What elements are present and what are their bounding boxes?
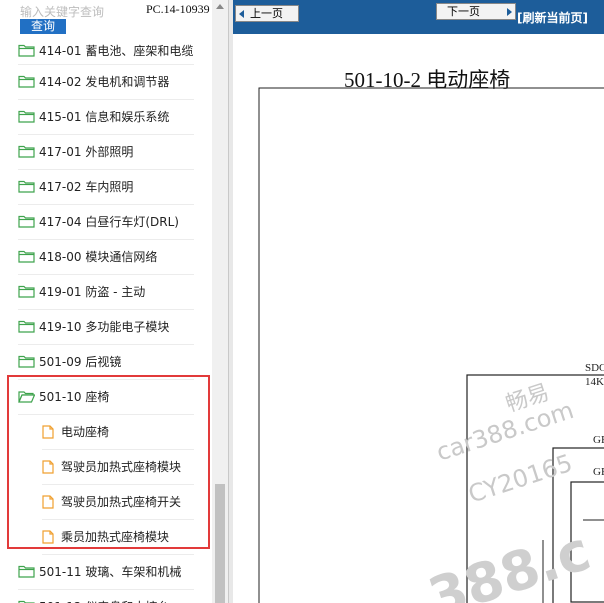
tree-item-label: 501-10 座椅 — [39, 390, 110, 404]
tree-item-label: 414-01 蓄电池、座架和电缆 — [39, 44, 194, 58]
scrollbar-thumb[interactable] — [215, 484, 225, 603]
tree-folder-item[interactable]: 414-02 发电机和调节器 — [18, 65, 194, 100]
tree-scrollbar[interactable] — [212, 0, 228, 603]
folder-icon — [18, 285, 35, 298]
search-input[interactable] — [20, 4, 144, 20]
tree-item-label: 419-10 多功能电子模块 — [39, 320, 170, 334]
tree-item-label: 501-12 仪表盘和中控台 — [39, 590, 169, 603]
tree-folder-item[interactable]: 501-11 玻璃、车架和机械 — [18, 555, 194, 590]
tree-item-label: 驾驶员加热式座椅开关 — [61, 495, 182, 509]
search-bar: 查询 PC.14-10939 — [0, 0, 228, 38]
file-icon — [42, 495, 54, 509]
diagram-frame — [258, 87, 604, 603]
tree-folder-item[interactable]: 419-10 多功能电子模块 — [18, 310, 194, 345]
folder-icon — [18, 110, 35, 123]
folder-open-icon — [18, 391, 35, 403]
tree-item-label: 417-01 外部照明 — [39, 145, 134, 159]
tree-item-label: 501-09 后视镜 — [39, 355, 122, 369]
folder-icon — [18, 565, 35, 578]
tree-item-label: 417-04 白昼行车灯(DRL) — [39, 215, 179, 229]
tree-item-label: 驾驶员加热式座椅模块 — [61, 460, 182, 474]
search-button[interactable]: 查询 — [20, 19, 66, 34]
tree-item-label: 418-00 模块通信网络 — [39, 250, 158, 264]
tree-folder-item[interactable]: 501-10 座椅 — [18, 380, 194, 415]
left-pane: 查询 PC.14-10939 414-01 蓄电池、座架和电缆 414-02 发电… — [0, 0, 228, 603]
tree-item-label: 419-01 防盗 - 主动 — [39, 285, 146, 299]
file-icon — [42, 460, 54, 474]
tree-document-item[interactable]: 驾驶员加热式座椅模块 — [42, 450, 194, 485]
tree-folder-item[interactable]: 417-02 车内照明 — [18, 170, 194, 205]
connector-label: 14K — [585, 376, 604, 388]
tree-document-item[interactable]: 驾驶员加热式座椅开关 — [42, 485, 194, 520]
folder-icon — [18, 75, 35, 88]
tree-folder-item[interactable]: 417-01 外部照明 — [18, 135, 194, 170]
tree-item-label: 电动座椅 — [61, 425, 110, 439]
folder-icon — [18, 44, 35, 57]
folder-icon — [18, 250, 35, 263]
tree-folder-item[interactable]: 419-01 防盗 - 主动 — [18, 275, 194, 310]
connector-label: GE — [593, 466, 604, 478]
folder-icon — [18, 355, 35, 368]
connector-label: GE — [593, 434, 604, 446]
file-icon — [42, 530, 54, 544]
tree-folder-item[interactable]: 501-12 仪表盘和中控台 — [18, 590, 194, 603]
file-icon — [42, 425, 54, 439]
folder-icon — [18, 180, 35, 193]
folder-icon — [18, 145, 35, 158]
folder-icon — [18, 320, 35, 333]
scroll-up-icon[interactable] — [216, 4, 224, 9]
tree-item-label: 乘员加热式座椅模块 — [61, 530, 170, 544]
tree-item-label: 415-01 信息和娱乐系统 — [39, 110, 170, 124]
document-code: PC.14-10939 — [146, 2, 210, 16]
tree-item-label: 414-02 发电机和调节器 — [39, 75, 170, 89]
tree-folder-item[interactable]: 414-01 蓄电池、座架和电缆 — [18, 38, 194, 65]
wiring-diagram: SDC 14K GE GE — [258, 87, 604, 603]
tree-document-item[interactable]: 乘员加热式座椅模块 — [42, 520, 194, 555]
tree-folder-item[interactable]: 501-09 后视镜 — [18, 345, 194, 380]
connector-label: SDC — [585, 362, 604, 374]
catalog-tree: 414-01 蓄电池、座架和电缆 414-02 发电机和调节器 415-01 信息和… — [0, 38, 212, 603]
tree-folder-item[interactable]: 415-01 信息和娱乐系统 — [18, 100, 194, 135]
folder-icon — [18, 215, 35, 228]
document-pane: 上一页 下一页 [刷新当前页] 501-10-2 电动座椅 SDC 14K GE… — [233, 0, 604, 603]
tree-item-label: 417-02 车内照明 — [39, 180, 134, 194]
tree-folder-item[interactable]: 418-00 模块通信网络 — [18, 240, 194, 275]
tree-item-label: 501-11 玻璃、车架和机械 — [39, 565, 182, 579]
tree-folder-item[interactable]: 417-04 白昼行车灯(DRL) — [18, 205, 194, 240]
tree-document-item[interactable]: 电动座椅 — [42, 415, 194, 450]
